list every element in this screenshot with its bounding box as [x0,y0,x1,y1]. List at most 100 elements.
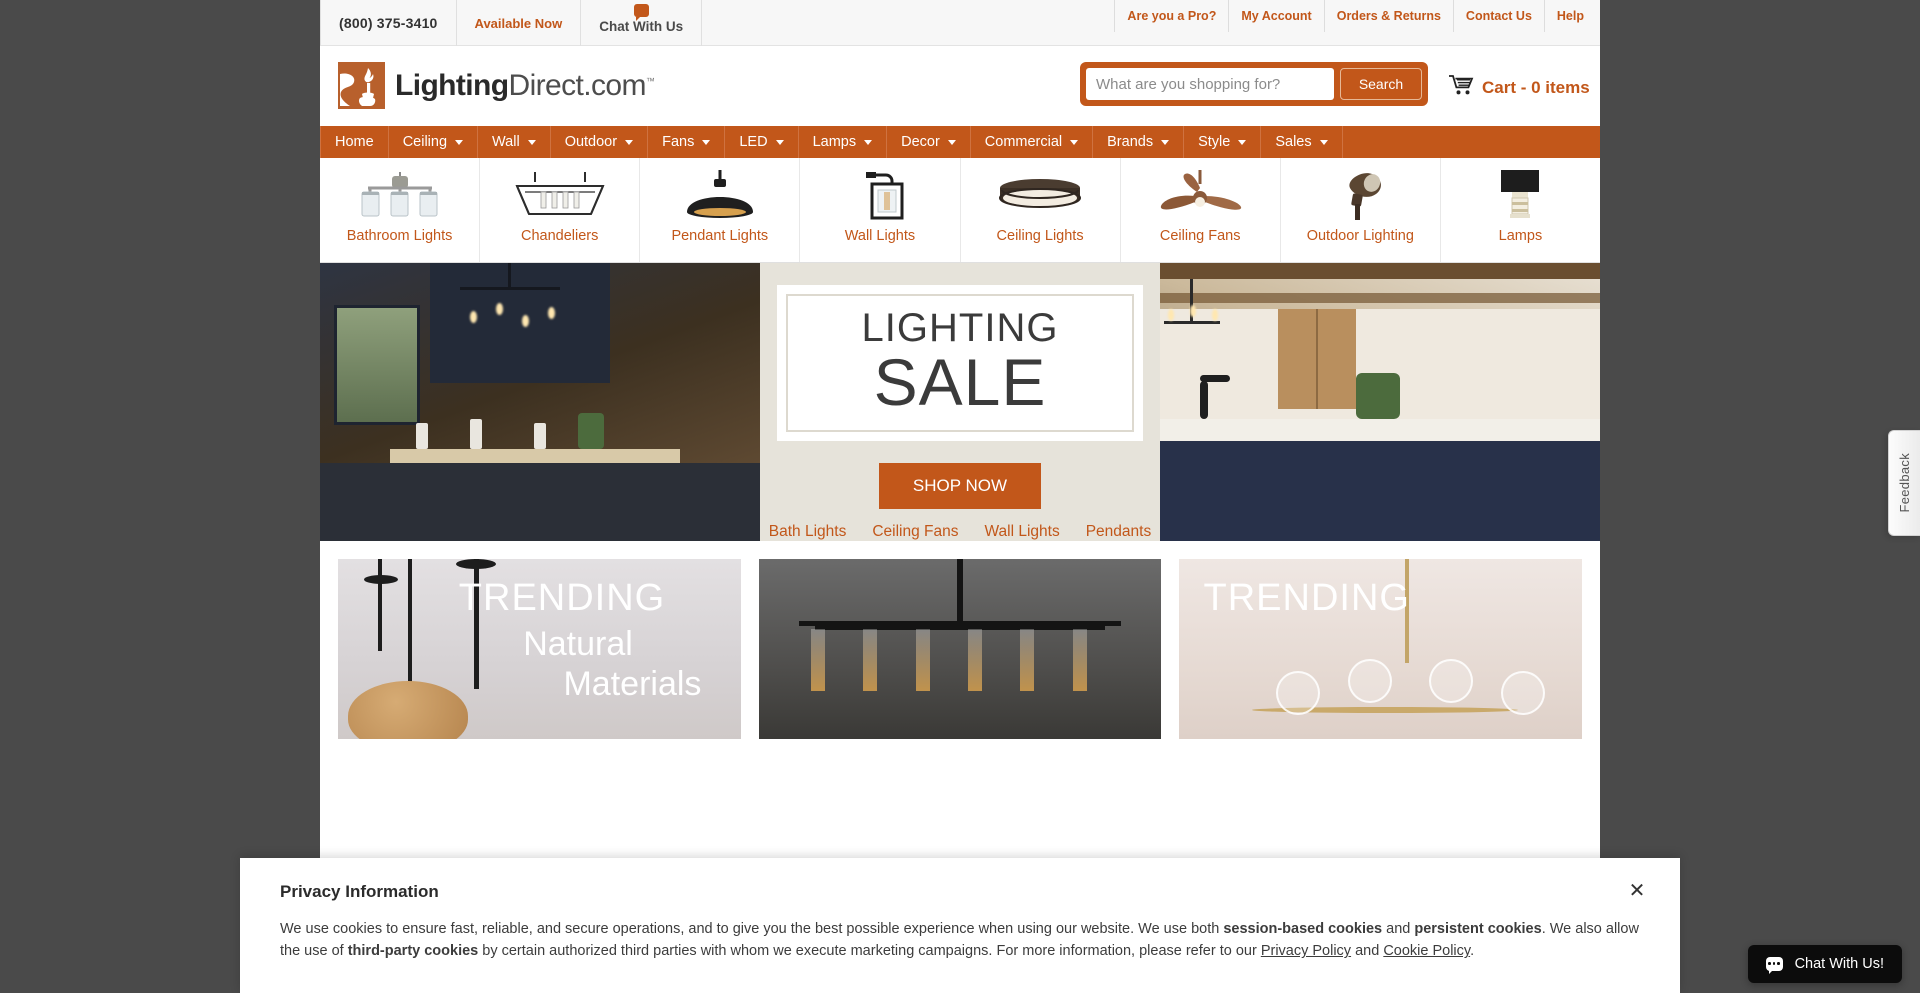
nav-item-lamps[interactable]: Lamps [799,126,888,158]
utility-link-pro[interactable]: Are you a Pro? [1114,0,1228,32]
tile3-globe-3 [1429,659,1473,703]
feedback-tab[interactable]: Feedback [1888,430,1920,536]
sale-card: LIGHTING SALE [777,285,1143,441]
hero-center-panel: LIGHTING SALE SHOP NOW Bath Lights Ceili… [760,263,1160,541]
hero-left-chandelier-rod [508,263,511,287]
nav-item-fans[interactable]: Fans [648,126,726,158]
nav-label: Lamps [812,134,857,150]
privacy-bold-session: session-based cookies [1223,921,1383,937]
nav-label: Ceiling [402,134,448,150]
category-label: Ceiling Fans [1159,228,1241,244]
category-pendant-lights[interactable]: Pendant Lights [640,158,801,262]
nav-item-brands[interactable]: Brands [1093,126,1185,158]
privacy-bold-persistent: persistent cookies [1414,921,1542,937]
nav-item-ceiling[interactable]: Ceiling [389,126,479,158]
tile2-tube-2 [863,629,878,691]
category-outdoor-lighting[interactable]: Outdoor Lighting [1281,158,1441,262]
flush-mount-icon [990,164,1090,226]
nav-item-home[interactable]: Home [320,126,389,158]
chat-widget-button[interactable]: Chat With Us! [1747,945,1902,983]
category-label: Chandeliers [520,228,599,244]
category-chandeliers[interactable]: Chandeliers [480,158,641,262]
hero-left-candle-2 [496,303,503,315]
privacy-banner: Privacy Information We use cookies to en… [240,858,1680,993]
search-button[interactable]: Search [1340,68,1422,100]
utility-link-my-account[interactable]: My Account [1228,0,1323,32]
tile2-crossbar-2 [815,625,1105,630]
category-label: Pendant Lights [671,228,769,244]
nav-label: Home [335,134,374,150]
nav-item-wall[interactable]: Wall [478,126,551,158]
sale-card-inner: LIGHTING SALE [786,294,1134,432]
main-navigation: Home Ceiling Wall Outdoor Fans LED Lamps… [320,126,1600,158]
hero-link-ceiling-fans[interactable]: Ceiling Fans [872,523,958,541]
hero-link-bath-lights[interactable]: Bath Lights [769,523,847,541]
chevron-down-icon [1161,139,1170,145]
nav-item-decor[interactable]: Decor [887,126,971,158]
site-logo[interactable]: LightingDirect.com™ [338,62,655,109]
hero-left-glass-3 [534,423,546,449]
hero-left-floor [320,463,760,541]
hero-left-glass-1 [416,423,428,449]
tile1-sub1: Natural [523,625,633,663]
cookie-policy-link[interactable]: Cookie Policy [1383,943,1470,959]
tile2-rod [957,559,963,625]
privacy-policy-link[interactable]: Privacy Policy [1261,943,1351,959]
hero-image-right[interactable] [1160,263,1600,541]
search-input[interactable] [1086,68,1334,100]
hero-right-cabinet-divider [1316,309,1318,409]
tile2-tube-6 [1072,629,1087,691]
nav-item-style[interactable]: Style [1184,126,1262,158]
logo-trademark: ™ [645,75,655,86]
hero-link-pendants[interactable]: Pendants [1086,523,1152,541]
hero-left-plant [578,413,604,449]
tile2-tube-4 [968,629,983,691]
hero-left-window [334,305,420,425]
hero-right-board [1410,389,1450,419]
hero-image-left[interactable] [320,263,760,541]
category-ceiling-lights[interactable]: Ceiling Lights [961,158,1121,262]
chevron-down-icon [864,139,873,145]
hero-right-chandelier-arm [1164,321,1220,324]
nav-label: Decor [901,134,940,150]
trending-tile-center[interactable] [758,559,1162,739]
category-bathroom-lights[interactable]: Bathroom Lights [320,158,481,262]
privacy-text: We use cookies to ensure fast, reliable,… [280,918,1640,963]
shop-now-button[interactable]: SHOP NOW [878,463,1042,509]
category-lamps[interactable]: Lamps [1441,158,1600,262]
nav-label: Sales [1275,134,1312,150]
nav-item-led[interactable]: LED [725,126,799,158]
hero-right-candle-2 [1190,305,1196,317]
trending-tile-trending-right[interactable]: TRENDING [1179,559,1583,739]
chat-with-us-cell[interactable]: Chat With Us [581,0,703,46]
logo-word-lighting: Lighting [395,68,509,102]
utility-link-help[interactable]: Help [1543,0,1592,32]
cart-link[interactable]: Cart - 0 items [1448,74,1590,101]
nav-item-commercial[interactable]: Commercial [971,126,1094,158]
privacy-text-4: by certain authorized third parties with… [478,943,1261,960]
privacy-text-1: We use cookies to ensure fast, reliable,… [280,921,1224,937]
hero-right-beam-1 [1160,263,1600,279]
close-icon[interactable]: ✕ [1626,880,1648,902]
chat-bubble-icon [1765,957,1783,974]
nav-label: LED [739,134,768,150]
chevron-down-icon [527,139,536,145]
nav-item-outdoor[interactable]: Outdoor [551,126,649,158]
trending-tile-natural-materials[interactable]: TRENDING Natural Materials [338,559,741,739]
nav-item-sales[interactable]: Sales [1261,126,1343,158]
privacy-bold-third-party: third-party cookies [347,943,479,960]
hero-banner: LIGHTING SALE SHOP NOW Bath Lights Ceili… [320,263,1600,541]
phone-cell[interactable]: (800) 375-3410 [320,0,457,46]
hero-link-wall-lights[interactable]: Wall Lights [984,523,1059,541]
logo-wordmark: LightingDirect.com™ [395,68,655,103]
category-ceiling-fans[interactable]: Ceiling Fans [1121,158,1281,262]
utility-link-orders-returns[interactable]: Orders & Returns [1323,0,1453,32]
feedback-label: Feedback [1897,453,1912,513]
utility-left-group: (800) 375-3410 Available Now Chat With U… [320,0,703,46]
tile1-cord-1 [378,559,382,651]
masthead: LightingDirect.com™ Search Cart - 0 item… [320,46,1600,126]
category-wall-lights[interactable]: Wall Lights [800,158,961,262]
utility-link-contact-us[interactable]: Contact Us [1452,0,1544,32]
torch-hand-logo-icon [338,62,385,109]
category-label: Wall Lights [844,228,916,244]
